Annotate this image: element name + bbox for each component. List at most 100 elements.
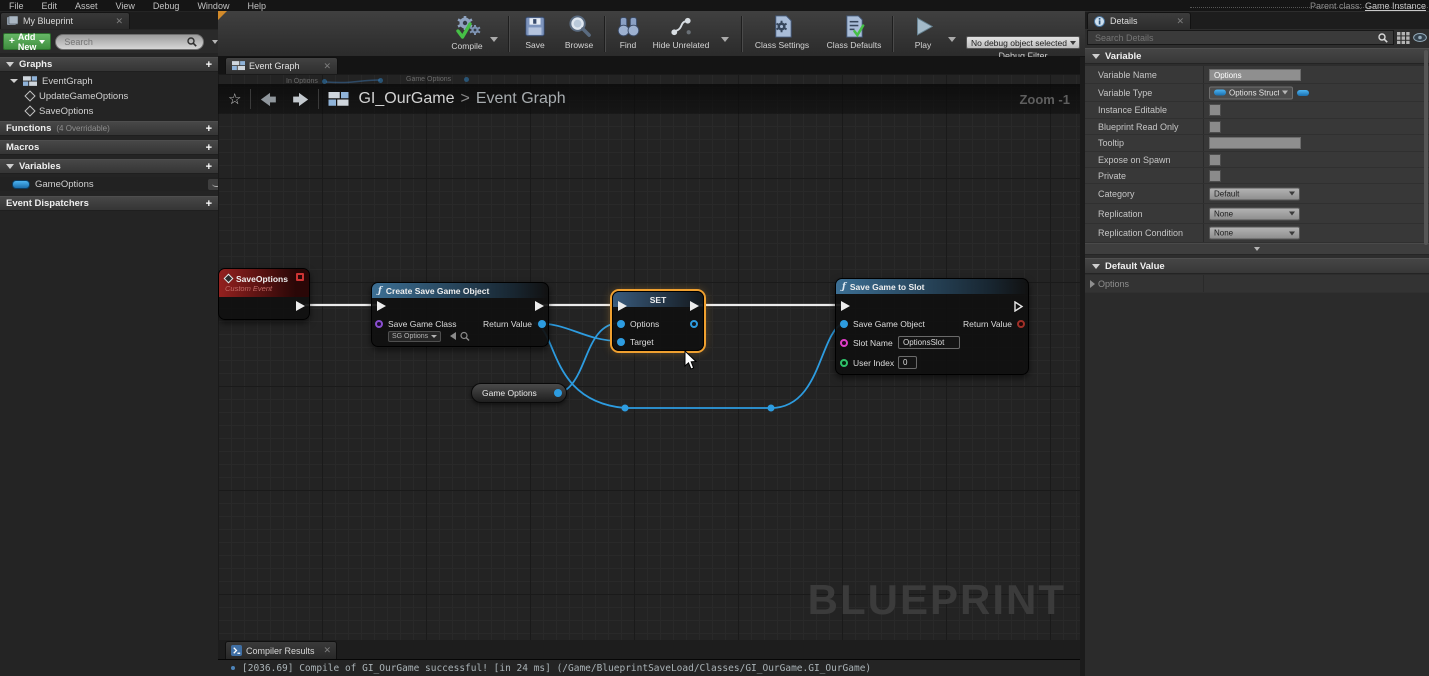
category-dropdown[interactable]: Default <box>1209 187 1300 200</box>
expander-icon[interactable] <box>10 79 18 83</box>
menu-view[interactable]: View <box>107 1 144 11</box>
section-graphs[interactable]: Graphs + <box>0 57 218 72</box>
nav-back-icon[interactable] <box>260 92 280 107</box>
menu-asset[interactable]: Asset <box>66 1 107 11</box>
tree-item-saveoptions[interactable]: SaveOptions <box>0 104 244 118</box>
variable-type-dropdown[interactable]: Options Struct <box>1209 86 1293 99</box>
value-out-pin[interactable] <box>554 389 562 397</box>
breadcrumb-root[interactable]: GI_OurGame <box>358 90 454 107</box>
node-save-game-to-slot[interactable]: ƒ Save Game to Slot Save Game Object Ret… <box>835 278 1029 375</box>
private-checkbox[interactable] <box>1209 170 1221 182</box>
menu-debug[interactable]: Debug <box>144 1 189 11</box>
tree-item-updategameoptions[interactable]: UpdateGameOptions <box>0 89 244 103</box>
section-event-dispatchers[interactable]: Event Dispatchers + <box>0 196 218 211</box>
browse-button[interactable]: Browse <box>556 14 602 50</box>
section-variable[interactable]: Variable <box>1085 48 1429 64</box>
advanced-expander-bar[interactable] <box>1085 243 1429 255</box>
play-options-chevron-icon[interactable] <box>948 37 956 42</box>
exec-out-pin[interactable] <box>1014 301 1024 312</box>
class-defaults-button[interactable]: Class Defaults <box>820 14 888 50</box>
options-in-pin[interactable] <box>617 320 625 328</box>
property-matrix-icon[interactable] <box>1397 32 1410 44</box>
tab-close-icon[interactable]: ✕ <box>323 645 331 656</box>
expander-icon[interactable] <box>6 62 14 67</box>
expose-on-spawn-checkbox[interactable] <box>1209 154 1221 166</box>
menu-edit[interactable]: Edit <box>33 1 67 11</box>
reroute-node[interactable] <box>768 405 775 412</box>
blueprint-search-box[interactable] <box>55 34 204 50</box>
details-search-box[interactable] <box>1087 30 1394 45</box>
compile-button[interactable]: Compile <box>440 14 494 51</box>
variable-name-field[interactable]: Options <box>1209 69 1301 81</box>
section-macros[interactable]: Macros + <box>0 140 218 155</box>
add-new-button[interactable]: + Add New <box>3 33 51 50</box>
exec-in-pin[interactable] <box>377 301 386 311</box>
class-select-dropdown[interactable]: SG Options <box>388 331 441 342</box>
tab-close-icon[interactable]: ✕ <box>1176 16 1184 27</box>
section-default-value[interactable]: Default Value <box>1085 258 1429 274</box>
return-value-pin[interactable] <box>538 320 546 328</box>
nav-forward-icon[interactable] <box>289 92 309 107</box>
class-settings-button[interactable]: Class Settings <box>750 14 814 50</box>
exec-out-pin[interactable] <box>296 301 305 311</box>
section-functions[interactable]: Functions (4 Overridable) + <box>0 121 218 136</box>
visibility-eye-icon[interactable] <box>1413 33 1427 42</box>
default-value-options-row[interactable]: Options <box>1085 275 1429 293</box>
class-pin[interactable] <box>375 320 383 328</box>
user-index-pin[interactable] <box>840 359 848 367</box>
replication-condition-dropdown[interactable]: None <box>1209 227 1300 240</box>
slot-name-pin[interactable] <box>840 339 848 347</box>
favorite-star-icon[interactable]: ☆ <box>228 90 241 108</box>
tab-close-icon[interactable]: ✕ <box>115 16 123 27</box>
instance-editable-checkbox[interactable] <box>1209 104 1221 116</box>
debug-object-dropdown[interactable]: No debug object selected <box>966 36 1080 49</box>
slot-name-input[interactable]: OptionsSlot <box>898 336 960 349</box>
section-variables[interactable]: Variables + <box>0 159 218 174</box>
options-out-pin[interactable] <box>690 320 698 328</box>
play-button[interactable]: Play <box>902 14 944 50</box>
menu-window[interactable]: Window <box>188 1 238 11</box>
expander-right-icon[interactable] <box>1090 280 1095 288</box>
node-create-save-game-object[interactable]: ƒ Create Save Game Object Save Game Clas… <box>371 282 549 347</box>
tab-close-icon[interactable]: ✕ <box>323 61 331 72</box>
return-value-pin[interactable] <box>1017 320 1025 328</box>
add-event-dispatcher-button[interactable]: + <box>206 199 212 209</box>
target-pin[interactable] <box>617 338 625 346</box>
variable-row-gameoptions[interactable]: GameOptions <box>0 177 230 191</box>
replication-dropdown[interactable]: None <box>1209 207 1300 220</box>
expander-icon[interactable] <box>1092 264 1100 269</box>
hide-unrelated-button[interactable]: Hide Unrelated <box>648 14 714 50</box>
blueprint-search-input[interactable] <box>62 36 183 48</box>
save-game-object-pin[interactable] <box>840 320 848 328</box>
tab-details[interactable]: Details ✕ <box>1087 12 1191 29</box>
menu-help[interactable]: Help <box>238 1 275 11</box>
tab-my-blueprint[interactable]: My Blueprint ✕ <box>0 12 130 29</box>
exec-in-pin[interactable] <box>618 301 627 311</box>
asset-use-browse-icons[interactable] <box>448 331 472 341</box>
menu-file[interactable]: File <box>0 1 33 11</box>
hide-unrelated-chevron-icon[interactable] <box>721 37 729 42</box>
compile-options-chevron-icon[interactable] <box>490 37 498 42</box>
graph-canvas[interactable]: BLUEPRINT In Options Game Options <box>218 74 1080 640</box>
details-search-input[interactable] <box>1093 32 1374 44</box>
exec-out-pin[interactable] <box>690 301 699 311</box>
exec-out-pin[interactable] <box>535 301 544 311</box>
tab-compiler-results[interactable]: Compiler Results ✕ <box>225 641 337 659</box>
expander-icon[interactable] <box>1092 54 1100 59</box>
reroute-node[interactable] <box>622 405 629 412</box>
expander-icon[interactable] <box>6 164 14 169</box>
details-scrollbar[interactable] <box>1424 50 1428 245</box>
add-macro-button[interactable]: + <box>206 143 212 153</box>
tree-item-eventgraph[interactable]: EventGraph <box>0 74 228 88</box>
tooltip-field[interactable] <box>1209 137 1301 149</box>
add-variable-button[interactable]: + <box>206 162 212 172</box>
user-index-input[interactable]: 0 <box>898 356 917 369</box>
node-game-options-getter[interactable]: Game Options <box>471 383 567 403</box>
tab-event-graph[interactable]: Event Graph ✕ <box>225 57 338 74</box>
save-button[interactable]: Save <box>516 14 554 50</box>
container-type-pill-icon[interactable] <box>1297 90 1309 96</box>
find-button[interactable]: Find <box>610 14 646 50</box>
exec-in-pin[interactable] <box>841 301 850 311</box>
add-graph-button[interactable]: + <box>206 60 212 70</box>
blueprint-read-only-checkbox[interactable] <box>1209 121 1221 133</box>
